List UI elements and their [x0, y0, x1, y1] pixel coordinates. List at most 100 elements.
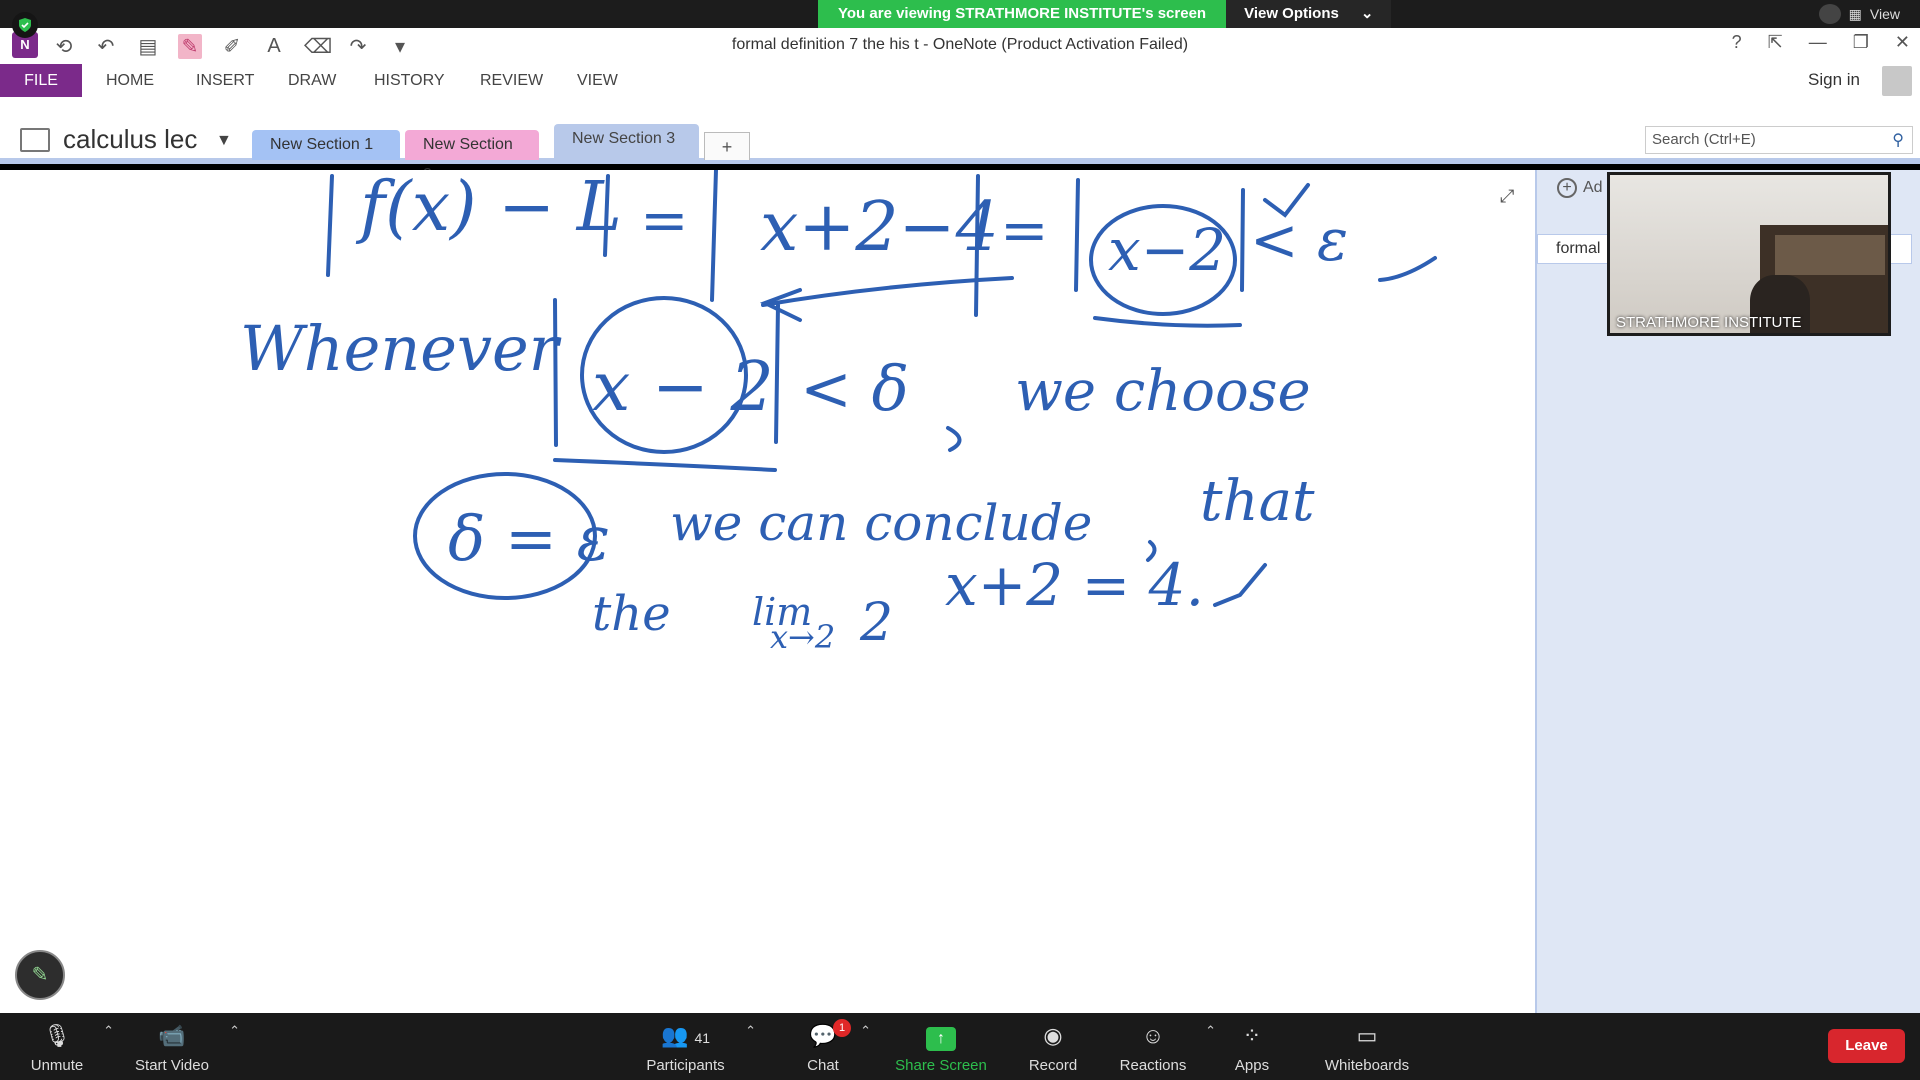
expand-icon[interactable]: ⤢	[1500, 186, 1514, 207]
tab-draw[interactable]: DRAW	[288, 64, 336, 97]
reactions-button[interactable]: ☺ Reactions ⌃	[1118, 1021, 1216, 1074]
window-controls: ? ⇱ — ❐ ✕	[1732, 32, 1910, 53]
video-thumbnail[interactable]: STRATHMORE INSTITUTE	[1607, 172, 1891, 336]
whiteboard-icon: ▭	[1356, 1023, 1378, 1048]
search-placeholder: Search (Ctrl+E)	[1652, 131, 1756, 148]
chevron-up-icon[interactable]: ⌃	[229, 1023, 240, 1039]
whiteboards-label: Whiteboards	[1324, 1057, 1410, 1074]
view-options-button[interactable]: View Options ⌄	[1226, 0, 1392, 28]
tab-file[interactable]: FILE	[0, 64, 82, 97]
ink-line1a: f(x) − L	[355, 170, 622, 247]
ink-line2c: < δ	[800, 352, 909, 425]
chat-button[interactable]: 💬 1 Chat ⌃	[803, 1019, 871, 1074]
search-input[interactable]: Search (Ctrl+E) ⚲	[1645, 126, 1913, 154]
section-tab-1[interactable]: New Section 1	[252, 130, 400, 160]
ink-line2b: x − 2	[592, 348, 774, 427]
comma-mark	[946, 426, 962, 452]
add-section-button[interactable]: +	[704, 132, 750, 160]
start-video-button[interactable]: 📹 Start Video ⌃	[132, 1021, 240, 1074]
search-icon[interactable]: ⚲	[1892, 130, 1904, 150]
leave-button[interactable]: Leave	[1828, 1029, 1905, 1063]
plus-icon: +	[1557, 178, 1577, 198]
notebook-icon[interactable]	[20, 128, 50, 152]
record-button[interactable]: ◉ Record	[1025, 1021, 1081, 1074]
ink-equals: =	[1000, 196, 1049, 264]
minimize-icon[interactable]: —	[1809, 32, 1827, 53]
whiteboards-button[interactable]: ▭ Whiteboards	[1318, 1021, 1416, 1074]
ink-line3c: that	[1200, 469, 1315, 534]
tab-review[interactable]: REVIEW	[480, 64, 543, 97]
help-icon[interactable]: ?	[1732, 32, 1742, 53]
view-label: View	[1869, 6, 1900, 22]
reactions-icon: ☺	[1141, 1023, 1165, 1048]
avatar[interactable]	[1882, 66, 1912, 96]
chat-badge: 1	[833, 1019, 851, 1037]
notebook-name[interactable]: calculus lec	[63, 124, 197, 155]
ink-line3a: δ = ε	[448, 502, 610, 575]
ink-two: 2	[859, 593, 893, 653]
tab-home[interactable]: HOME	[106, 64, 154, 97]
section-tab-3[interactable]: New Section 3	[554, 124, 699, 160]
participants-count: 41	[694, 1030, 711, 1046]
section-tab-2[interactable]: New Section 2	[405, 130, 539, 183]
close-icon[interactable]: ✕	[1895, 32, 1910, 53]
chevron-down-icon: ⌄	[1360, 5, 1374, 22]
chevron-up-icon[interactable]: ⌃	[745, 1023, 756, 1039]
ink-line3b: we can conclude	[670, 494, 1092, 552]
check-mark	[1213, 563, 1267, 607]
sign-in-link[interactable]: Sign in	[1808, 70, 1860, 90]
ink-line4c: x→2	[770, 618, 835, 656]
ribbon-tabs: FILE HOME INSERT DRAW HISTORY REVIEW VIE…	[0, 64, 1920, 98]
annotate-pen-button[interactable]: ✎	[15, 950, 65, 1000]
apps-button[interactable]: ⁘ Apps	[1232, 1021, 1272, 1074]
ink-equals: =	[640, 186, 689, 254]
participants-button[interactable]: 👥 41 Participants ⌃	[643, 1021, 756, 1074]
ink-layer: f(x) − L x+2−4 = = x−2 < ε Whenever x − …	[240, 170, 1437, 656]
abs-bar	[326, 174, 334, 277]
abs-bar	[774, 303, 780, 444]
ink-line1c: x−2	[1108, 216, 1226, 284]
ink-line1b: x+2−4	[760, 188, 999, 267]
participants-label: Participants	[646, 1057, 725, 1074]
shield-icon[interactable]	[12, 12, 38, 38]
recording-icon	[1818, 4, 1841, 24]
apps-icon: ⁘	[1242, 1023, 1262, 1048]
tab-insert[interactable]: INSERT	[196, 64, 254, 97]
underline	[553, 458, 777, 472]
chevron-up-icon[interactable]: ⌃	[860, 1023, 871, 1039]
viewing-screen-label: You are viewing STRATHMORE INSTITUTE's s…	[818, 0, 1227, 28]
view-options-label: View Options	[1244, 5, 1339, 22]
video-off-icon: 📹	[158, 1023, 186, 1048]
video-participant-name: STRATHMORE INSTITUTE	[1616, 314, 1802, 331]
chevron-up-icon[interactable]: ⌃	[1205, 1023, 1216, 1039]
abs-bar	[1074, 178, 1080, 292]
chat-label: Chat	[807, 1057, 839, 1074]
apps-label: Apps	[1234, 1057, 1270, 1074]
share-banner: You are viewing STRATHMORE INSTITUTE's s…	[818, 0, 1392, 28]
chevron-up-icon[interactable]: ⌃	[103, 1023, 114, 1039]
section-bar: calculus lec ▼ New Section 1 New Section…	[0, 98, 1920, 183]
abs-bar	[1240, 188, 1245, 292]
record-icon: ◉	[1043, 1023, 1063, 1048]
zoom-toolbar: 🎙 Unmute ⌃ 📹 Start Video ⌃ 👥 41 Particip…	[0, 1013, 1920, 1080]
add-page-label: Ad	[1583, 179, 1603, 196]
underline	[1093, 316, 1242, 328]
note-canvas[interactable]: f(x) − L x+2−4 = = x−2 < ε Whenever x − …	[0, 170, 1535, 1013]
restore-icon[interactable]: ❐	[1853, 32, 1869, 53]
ink-line4a: the	[592, 586, 671, 642]
tab-view[interactable]: VIEW	[577, 64, 618, 97]
full-page-icon[interactable]: ⇱	[1768, 32, 1783, 53]
start-video-label: Start Video	[135, 1057, 209, 1074]
tab-history[interactable]: HISTORY	[374, 64, 445, 97]
screen: You are viewing STRATHMORE INSTITUTE's s…	[0, 0, 1920, 1080]
ink-line2d: we choose	[1015, 359, 1311, 424]
window-title: formal definition 7 the his t - OneNote …	[731, 36, 1189, 53]
share-screen-button[interactable]: ↑ Share Screen	[895, 1021, 987, 1074]
reactions-label: Reactions	[1119, 1057, 1187, 1074]
ink-text: f(x) − L x+2−4 = = x−2 < ε Whenever x − …	[240, 170, 1348, 656]
chevron-down-icon[interactable]: ▼	[216, 132, 232, 150]
share-screen-label: Share Screen	[895, 1057, 987, 1074]
add-page-button[interactable]: + Ad	[1557, 178, 1603, 198]
view-button[interactable]: ▦ View	[1818, 4, 1900, 24]
unmute-button[interactable]: 🎙 Unmute ⌃	[28, 1021, 114, 1074]
